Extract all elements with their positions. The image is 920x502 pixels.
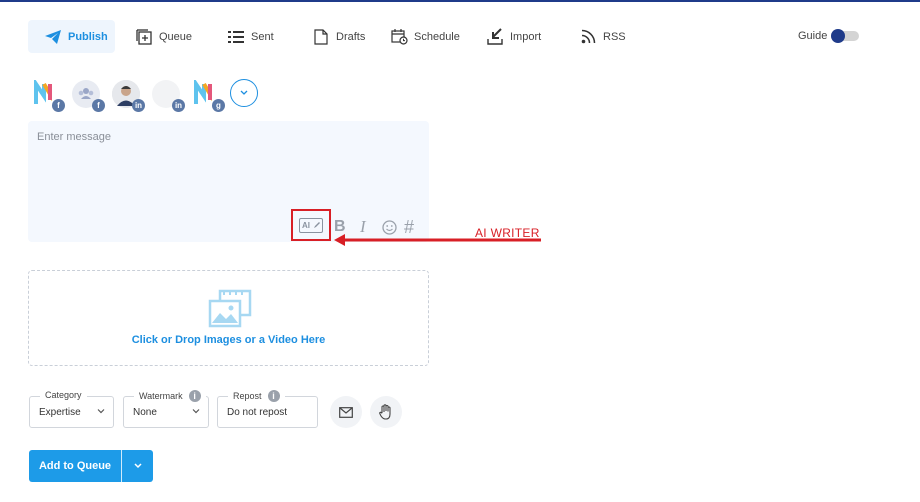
list-icon — [227, 28, 245, 46]
info-icon[interactable]: i — [188, 390, 201, 402]
guide-toggle[interactable]: Guide — [798, 29, 860, 43]
chevron-down-icon — [133, 463, 142, 469]
google-business-badge-icon: g — [212, 99, 225, 112]
tab-schedule-label: Schedule — [414, 30, 460, 43]
pencil-icon — [314, 221, 320, 228]
facebook-badge-icon: f — [52, 99, 65, 112]
message-input[interactable] — [28, 121, 429, 242]
tab-queue-label: Queue — [159, 30, 193, 43]
guide-switch[interactable] — [831, 29, 860, 43]
calendar-clock-icon — [390, 28, 408, 46]
tab-sent-label: Sent — [251, 30, 274, 43]
expand-profiles-button[interactable] — [230, 79, 258, 107]
message-composer — [28, 121, 429, 242]
tab-drafts[interactable]: Drafts — [312, 20, 365, 53]
hand-icon — [379, 404, 391, 420]
repost-label-text: Repost — [233, 391, 262, 401]
tab-rss[interactable]: RSS — [579, 20, 626, 53]
image-upload-icon — [208, 289, 252, 328]
email-button[interactable] — [330, 396, 362, 428]
import-icon — [486, 28, 504, 46]
tab-publish[interactable]: Publish — [28, 20, 115, 53]
paper-plane-icon — [44, 28, 62, 46]
tab-queue[interactable]: Queue — [135, 20, 192, 53]
button-divider — [121, 450, 122, 482]
linkedin-badge-icon: in — [132, 99, 145, 112]
chevron-down-icon — [240, 90, 248, 95]
category-label-text: Category — [45, 390, 82, 400]
tab-import[interactable]: Import — [486, 20, 541, 53]
ai-writer-label: AI — [302, 220, 310, 230]
ai-writer-button[interactable]: AI — [299, 217, 323, 233]
add-to-queue-menu-button[interactable] — [122, 450, 153, 482]
document-icon — [312, 28, 330, 46]
profile-avatar[interactable]: in — [112, 80, 145, 112]
tab-import-label: Import — [510, 30, 542, 43]
media-dropzone[interactable]: Click or Drop Images or a Video Here — [28, 270, 429, 366]
rss-icon — [579, 28, 597, 46]
tab-rss-label: RSS — [603, 30, 626, 43]
category-label: Category — [40, 390, 87, 400]
add-square-icon — [135, 28, 153, 46]
ai-writer-highlight: AI — [291, 209, 331, 241]
profile-avatar[interactable]: g — [192, 77, 225, 112]
profile-avatar[interactable]: f — [72, 80, 105, 112]
tab-drafts-label: Drafts — [336, 30, 366, 43]
watermark-value: None — [133, 407, 157, 418]
media-dropzone-label: Click or Drop Images or a Video Here — [131, 334, 326, 346]
add-to-queue-button[interactable]: Add to Queue — [29, 450, 121, 482]
repost-select[interactable]: Repost i Do not repost — [217, 390, 318, 428]
envelope-icon — [339, 406, 353, 418]
chevron-down-icon — [192, 409, 200, 414]
tab-schedule[interactable]: Schedule — [390, 20, 460, 53]
watermark-label-text: Watermark — [139, 391, 183, 401]
chevron-down-icon — [97, 409, 105, 414]
category-value: Expertise — [39, 407, 81, 418]
profile-avatar[interactable]: in — [152, 80, 185, 112]
category-select[interactable]: Category Expertise — [29, 390, 114, 428]
info-icon[interactable]: i — [267, 390, 280, 402]
linkedin-badge-icon: in — [172, 99, 185, 112]
watermark-select[interactable]: Watermark i None — [123, 390, 209, 428]
ai-writer-annotation: AI WRITER — [475, 226, 540, 240]
top-border — [0, 0, 920, 2]
tab-sent[interactable]: Sent — [227, 20, 274, 53]
guide-switch-knob — [831, 29, 846, 43]
add-to-queue-group: Add to Queue — [29, 450, 153, 482]
repost-label: Repost i — [228, 390, 285, 402]
guide-label: Guide — [798, 30, 828, 42]
profile-avatar[interactable]: f — [32, 77, 65, 112]
repost-value: Do not repost — [227, 407, 288, 418]
tab-publish-label: Publish — [68, 30, 108, 43]
watermark-label: Watermark i — [134, 390, 206, 402]
facebook-badge-icon: f — [92, 99, 105, 112]
hand-button[interactable] — [370, 396, 402, 428]
